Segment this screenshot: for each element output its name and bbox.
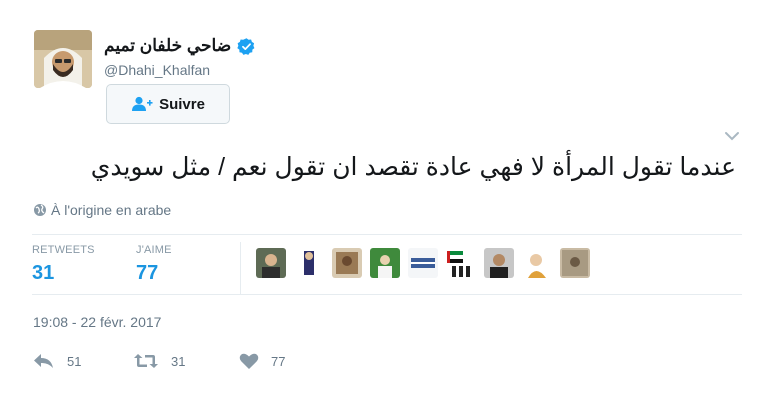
reply-icon	[34, 354, 53, 368]
liker-avatar[interactable]	[408, 248, 438, 278]
likes-stat[interactable]: J'AIME 77	[136, 244, 172, 285]
retweets-value: 31	[32, 262, 55, 284]
liker-avatar[interactable]	[370, 248, 400, 278]
retweets-label: RETWEETS	[32, 244, 95, 256]
profile-name-row: ضاحي خلفان تميم	[104, 36, 256, 56]
liker-avatar[interactable]	[294, 248, 324, 278]
divider-bottom	[32, 294, 742, 295]
verified-badge-icon	[237, 37, 255, 55]
profile-avatar[interactable]	[34, 30, 92, 88]
like-button[interactable]: 77	[239, 352, 285, 370]
reply-count: 51	[67, 353, 82, 369]
liker-avatar[interactable]	[484, 248, 514, 278]
tweet-stats: RETWEETS 31 J'AIME 77	[32, 238, 742, 294]
likes-value: 77	[136, 262, 159, 284]
add-user-icon	[132, 96, 153, 111]
liker-avatars	[256, 248, 590, 278]
liker-avatar[interactable]	[522, 248, 552, 278]
tweet-text: عندما تقول المرأة لا فهي عادة تقصد ان تق…	[90, 153, 736, 181]
divider-top	[32, 234, 742, 235]
translate-link[interactable]: À l'origine en arabe	[33, 202, 171, 218]
chevron-down-icon[interactable]	[724, 130, 740, 142]
globe-icon	[34, 204, 46, 216]
reply-button[interactable]: 51	[33, 352, 81, 370]
retweet-icon	[134, 354, 158, 368]
follow-button[interactable]: Suivre	[106, 84, 230, 124]
like-count: 77	[271, 353, 286, 369]
tweet-actions: 51 31 77	[33, 352, 333, 376]
display-name[interactable]: ضاحي خلفان تميم	[104, 36, 231, 56]
liker-avatar[interactable]	[560, 248, 590, 278]
profile-handle[interactable]: @Dhahi_Khalfan	[104, 62, 210, 78]
tweet-timestamp[interactable]: 19:08 - 22 févr. 2017	[33, 314, 161, 330]
liker-avatar[interactable]	[256, 248, 286, 278]
person-avatar-icon	[34, 30, 92, 88]
heart-icon	[239, 353, 259, 369]
retweets-stat[interactable]: RETWEETS 31	[32, 244, 95, 285]
liker-avatar[interactable]	[446, 248, 476, 278]
translate-label: À l'origine en arabe	[51, 202, 172, 218]
liker-avatar[interactable]	[332, 248, 362, 278]
stats-separator	[240, 242, 241, 294]
follow-button-label: Suivre	[159, 95, 205, 113]
likes-label: J'AIME	[136, 244, 172, 256]
retweet-button[interactable]: 31	[133, 352, 185, 370]
retweet-count: 31	[171, 353, 186, 369]
